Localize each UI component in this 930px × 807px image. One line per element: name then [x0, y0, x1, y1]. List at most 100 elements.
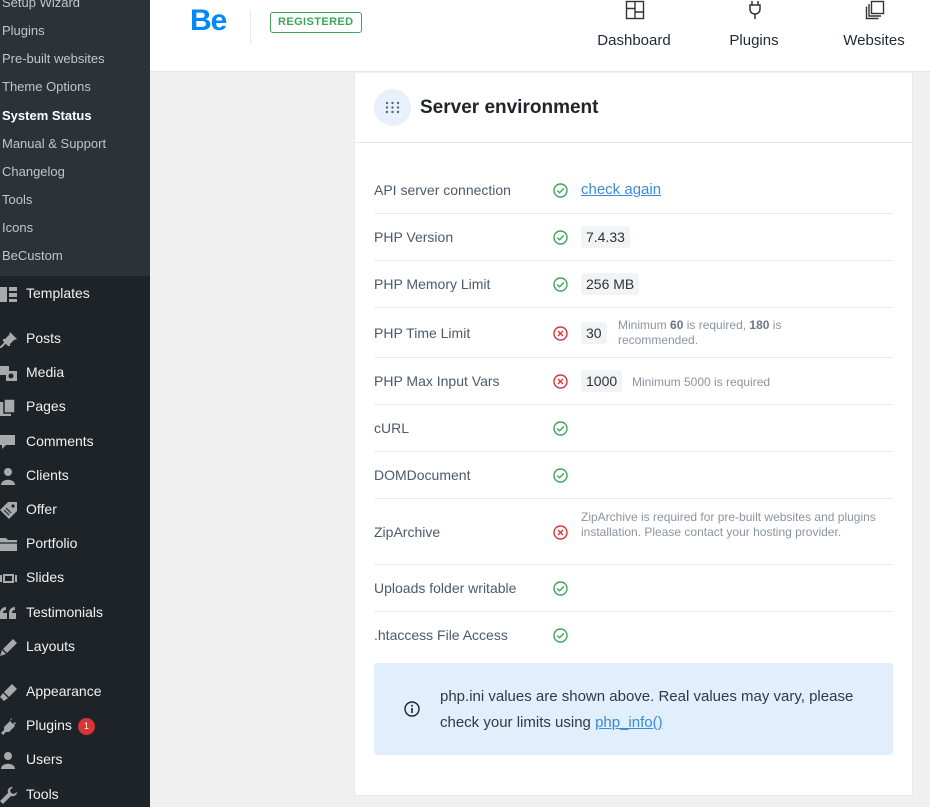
- php-info-link[interactable]: php_info(): [595, 714, 663, 731]
- env-row-api-server: API server connection check again: [374, 167, 893, 214]
- row-label: DOMDocument: [374, 467, 471, 483]
- row-label: PHP Version: [374, 229, 454, 245]
- row-label: .htaccess File Access: [374, 627, 508, 643]
- check-circle-icon: [553, 230, 568, 245]
- slides-icon: [0, 574, 17, 583]
- submenu-item-system-status[interactable]: System Status: [2, 108, 92, 123]
- row-label: PHP Time Limit: [374, 325, 471, 341]
- menu-item-pages[interactable]: Pages: [0, 392, 150, 422]
- person-icon: [1, 752, 15, 769]
- row-label: Uploads folder writable: [374, 580, 517, 596]
- menu-label-testimonials: Testimonials: [26, 604, 104, 620]
- header-divider: [250, 10, 251, 44]
- env-row-php-version: PHP Version 7.4.33: [374, 214, 893, 261]
- env-row-php-memory-limit: PHP Memory Limit 256 MB: [374, 261, 893, 308]
- nav-dashboard[interactable]: Dashboard: [579, 0, 689, 72]
- menu-item-layouts[interactable]: Layouts: [0, 632, 150, 662]
- menu-label-users: Users: [26, 751, 63, 767]
- submenu-item-setup-wizard[interactable]: Setup Wizard: [2, 0, 80, 10]
- panel-header: Server environment: [355, 73, 912, 143]
- quote-icon: [0, 607, 16, 619]
- panel-title: Server environment: [420, 97, 599, 118]
- menu-item-users[interactable]: Users: [0, 745, 150, 775]
- menu-label-media: Media: [26, 364, 65, 380]
- submenu-item-becustom[interactable]: BeCustom: [2, 248, 63, 263]
- submenu-item-changelog[interactable]: Changelog: [2, 164, 65, 179]
- check-circle-icon: [553, 277, 568, 292]
- menu-label-tools: Tools: [26, 786, 59, 802]
- betheme-logo[interactable]: Be: [190, 4, 227, 38]
- row-label: API server connection: [374, 182, 511, 198]
- value-chip: 1000: [581, 370, 623, 392]
- submenu-item-pre-built-websites[interactable]: Pre-built websites: [2, 51, 105, 66]
- value-chip: 30: [581, 322, 607, 344]
- submenu-item-icons[interactable]: Icons: [2, 220, 33, 235]
- check-again-link[interactable]: check again: [581, 181, 661, 198]
- menu-label-appearance: Appearance: [26, 683, 102, 699]
- env-row-uploads-folder: Uploads folder writable: [374, 565, 893, 612]
- env-row-domdocument: DOMDocument: [374, 452, 893, 499]
- betheme-submenu: Setup Wizard Plugins Pre-built websites …: [0, 0, 150, 276]
- grid-dots-icon: [374, 89, 411, 126]
- person-icon: [1, 468, 15, 485]
- comments-icon: [0, 435, 15, 449]
- check-circle-icon: [553, 468, 568, 483]
- menu-label-portfolio: Portfolio: [26, 535, 78, 551]
- menu-item-plugins[interactable]: Plugins 1: [0, 711, 150, 741]
- submenu-item-plugins[interactable]: Plugins: [2, 23, 45, 38]
- submenu-item-tools[interactable]: Tools: [2, 192, 32, 207]
- requirement-note: Minimum 5000 is required: [632, 375, 771, 389]
- nav-dashboard-label: Dashboard: [597, 32, 671, 49]
- row-label: PHP Max Input Vars: [374, 373, 500, 389]
- menu-label-offer: Offer: [26, 501, 57, 517]
- wrench-icon: [0, 787, 17, 804]
- row-label: cURL: [374, 420, 410, 436]
- info-icon: [404, 701, 420, 717]
- x-circle-icon: [553, 326, 568, 341]
- menu-item-tools[interactable]: Tools: [0, 780, 150, 807]
- plug-icon: [1, 718, 16, 735]
- nav-websites-label: Websites: [843, 32, 905, 49]
- env-row-curl: cURL: [374, 405, 893, 452]
- menu-label-posts: Posts: [26, 330, 62, 346]
- menu-item-offer[interactable]: Offer: [0, 495, 150, 525]
- menu-label-slides: Slides: [26, 569, 65, 585]
- menu-item-templates[interactable]: Templates: [0, 279, 150, 309]
- menu-item-comments[interactable]: Comments: [0, 427, 150, 457]
- nav-websites[interactable]: Websites: [819, 0, 929, 72]
- menu-item-portfolio[interactable]: Portfolio: [0, 529, 150, 559]
- submenu-item-theme-options[interactable]: Theme Options: [2, 79, 91, 94]
- submenu-item-manual-support[interactable]: Manual & Support: [2, 136, 106, 151]
- env-row-htaccess: .htaccess File Access: [374, 612, 893, 659]
- registered-badge: REGISTERED: [270, 12, 362, 33]
- note-recommended-value: 180: [749, 318, 770, 332]
- note-min-value: 60: [670, 318, 684, 332]
- x-circle-icon: [553, 374, 568, 389]
- menu-item-appearance[interactable]: Appearance: [0, 677, 150, 707]
- menu-item-clients[interactable]: Clients: [0, 461, 150, 491]
- menu-label-plugins: Plugins 1: [26, 717, 95, 735]
- row-label: ZipArchive: [374, 524, 441, 540]
- plugins-label-text: Plugins: [26, 717, 72, 733]
- menu-item-media[interactable]: Media: [0, 358, 150, 388]
- menu-label-templates: Templates: [26, 285, 90, 301]
- x-circle-icon: [553, 525, 568, 540]
- menu-item-testimonials[interactable]: Testimonials: [0, 598, 150, 628]
- folder-icon: [0, 538, 17, 551]
- row-label: PHP Memory Limit: [374, 276, 491, 292]
- nav-plugins[interactable]: Plugins: [699, 0, 809, 72]
- check-circle-icon: [553, 628, 568, 643]
- templates-icon: [0, 287, 17, 302]
- note-text: Minimum: [618, 318, 671, 332]
- menu-item-posts[interactable]: Posts: [0, 324, 150, 354]
- value-chip: 7.4.33: [581, 226, 630, 248]
- note-text: is required,: [683, 318, 750, 332]
- admin-sidebar: Setup Wizard Plugins Pre-built websites …: [0, 0, 150, 807]
- tag-icon: [0, 502, 17, 519]
- menu-item-slides[interactable]: Slides: [0, 563, 150, 593]
- info-message: php.ini values are shown above. Real val…: [440, 684, 860, 736]
- check-circle-icon: [553, 581, 568, 596]
- requirement-note: Minimum 60 is required, 180 is recommend…: [618, 318, 828, 348]
- media-icon: [0, 366, 17, 381]
- betheme-header: Be REGISTERED Dashboard Plugins Websites: [150, 0, 930, 72]
